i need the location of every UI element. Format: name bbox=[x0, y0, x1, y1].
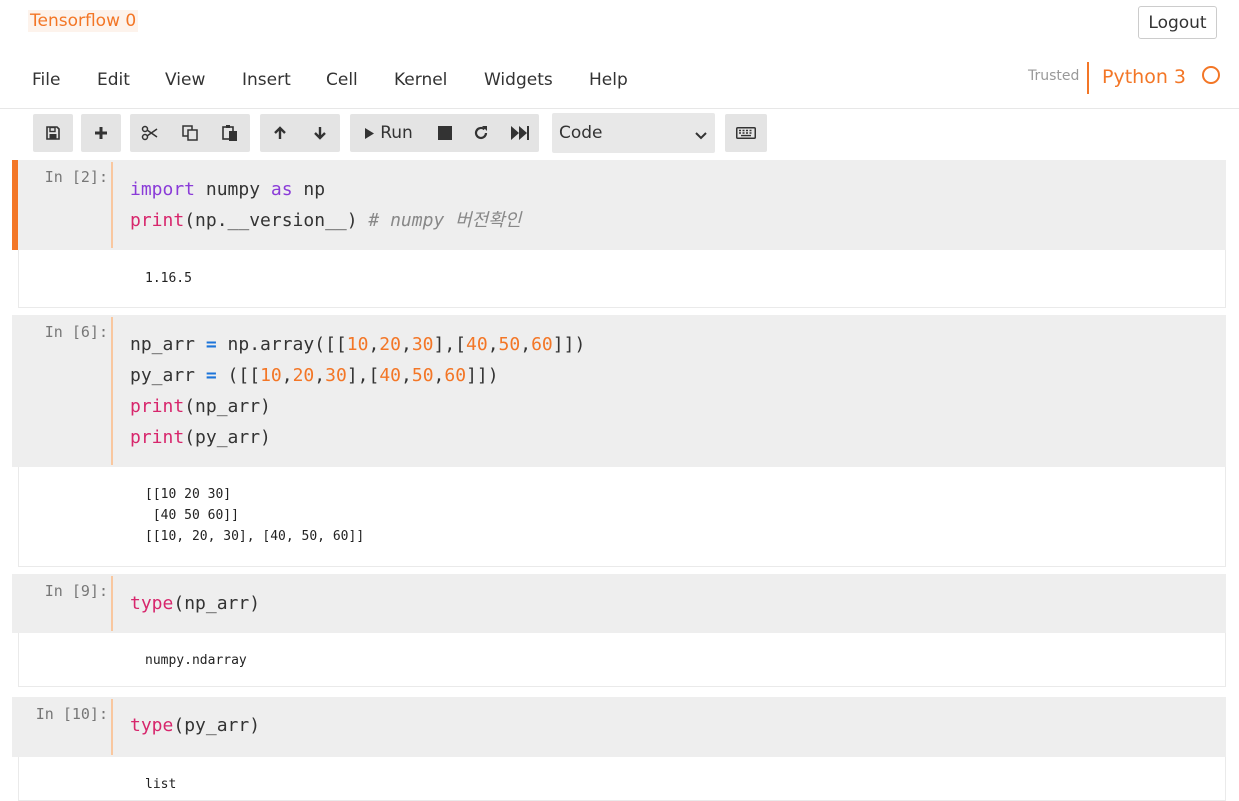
cell-type-value: Code bbox=[559, 123, 603, 143]
cell-output: 1.16.5 bbox=[18, 250, 1226, 308]
cell-input[interactable]: In [10]: type(py_arr) bbox=[12, 697, 1226, 757]
cell-output: [[10 20 30] [40 50 60]] [[10, 20, 30], [… bbox=[18, 467, 1226, 567]
code-line: import numpy as np bbox=[130, 179, 326, 200]
move-down-button[interactable] bbox=[300, 114, 340, 152]
cell-input[interactable]: In [6]: np_arr = np.array([[10,20,30],[40… bbox=[12, 315, 1226, 467]
code-line: np_arr = np.array([[10,20,30],[40,50,60]… bbox=[130, 334, 586, 355]
kernel-separator bbox=[1087, 62, 1089, 94]
output-text: [[10 20 30] [40 50 60]] [[10, 20, 30], [… bbox=[145, 487, 365, 544]
cell-output: numpy.ndarray bbox=[18, 633, 1226, 687]
code-line: print(py_arr) bbox=[130, 427, 271, 448]
save-icon bbox=[45, 125, 61, 141]
arrow-down-icon bbox=[312, 125, 328, 141]
kernel-idle-icon bbox=[1202, 66, 1220, 84]
editor-edge bbox=[111, 699, 113, 755]
code-cell[interactable]: In [2]: import numpy as np print(np.__vers… bbox=[12, 160, 1226, 308]
toolbar-move-group bbox=[260, 114, 340, 152]
menu-insert[interactable]: Insert bbox=[242, 70, 291, 90]
fast-forward-icon bbox=[510, 126, 529, 140]
restart-button[interactable] bbox=[462, 114, 500, 152]
cell-output: list bbox=[18, 757, 1226, 801]
input-prompt: In [10]: bbox=[35, 705, 108, 723]
cut-button[interactable] bbox=[130, 114, 170, 152]
code-line: py_arr = ([[10,20,30],[40,50,60]]) bbox=[130, 365, 499, 386]
code-line: type(np_arr) bbox=[130, 593, 261, 614]
code-cell[interactable]: In [9]: type(np_arr) numpy.ndarray bbox=[12, 574, 1226, 687]
menu-edit[interactable]: Edit bbox=[97, 70, 130, 90]
menu-help[interactable]: Help bbox=[589, 70, 628, 90]
input-prompt: In [6]: bbox=[44, 323, 108, 341]
kernel-name[interactable]: Python 3 bbox=[1102, 66, 1186, 88]
interrupt-button[interactable] bbox=[428, 114, 462, 152]
code-editor[interactable]: type(py_arr) bbox=[130, 710, 260, 741]
play-icon bbox=[365, 127, 375, 139]
code-editor[interactable]: type(np_arr) bbox=[130, 588, 260, 619]
menu-file[interactable]: File bbox=[32, 70, 60, 90]
logout-button[interactable]: Logout bbox=[1138, 6, 1217, 39]
editor-edge bbox=[111, 576, 113, 631]
menu-kernel[interactable]: Kernel bbox=[394, 70, 447, 90]
editor-edge bbox=[111, 162, 113, 248]
code-cell[interactable]: In [6]: np_arr = np.array([[10,20,30],[40… bbox=[12, 315, 1226, 567]
move-up-button[interactable] bbox=[260, 114, 300, 152]
code-line: print(np.__version__) # numpy 버전확인 bbox=[130, 210, 522, 231]
output-text: 1.16.5 bbox=[145, 271, 192, 286]
editor-edge bbox=[111, 317, 113, 465]
notebook-title[interactable]: Tensorflow 0 bbox=[28, 10, 139, 32]
cell-input[interactable]: In [2]: import numpy as np print(np.__vers… bbox=[12, 160, 1226, 250]
input-prompt: In [2]: bbox=[44, 168, 108, 186]
output-text: numpy.ndarray bbox=[145, 653, 247, 668]
insert-cell-button[interactable] bbox=[81, 114, 121, 152]
code-line: type(py_arr) bbox=[130, 715, 261, 736]
stop-icon bbox=[438, 126, 452, 140]
plus-icon bbox=[93, 125, 109, 141]
menu-view[interactable]: View bbox=[165, 70, 205, 90]
cut-icon bbox=[141, 125, 159, 141]
trusted-indicator[interactable]: Trusted bbox=[1028, 68, 1079, 84]
header-divider bbox=[0, 108, 1239, 109]
code-editor[interactable]: np_arr = np.array([[10,20,30],[40,50,60]… bbox=[130, 329, 585, 453]
save-button[interactable] bbox=[33, 114, 73, 152]
arrow-up-icon bbox=[272, 125, 288, 141]
input-prompt: In [9]: bbox=[44, 582, 108, 600]
menu-widgets[interactable]: Widgets bbox=[484, 70, 553, 90]
copy-icon bbox=[181, 124, 199, 142]
toolbar-insert-group bbox=[81, 114, 121, 152]
paste-button[interactable] bbox=[210, 114, 250, 152]
command-palette-button[interactable] bbox=[725, 114, 767, 152]
restart-run-all-button[interactable] bbox=[500, 114, 539, 152]
code-cell[interactable]: In [10]: type(py_arr)list bbox=[12, 697, 1226, 801]
code-line: print(np_arr) bbox=[130, 396, 271, 417]
run-button[interactable]: Run bbox=[350, 114, 428, 152]
chevron-down-icon bbox=[695, 125, 707, 145]
toolbar-edit-group bbox=[130, 114, 250, 152]
restart-icon bbox=[473, 125, 489, 141]
run-label: Run bbox=[380, 123, 413, 143]
cell-type-select[interactable]: Code bbox=[552, 113, 715, 153]
copy-button[interactable] bbox=[170, 114, 210, 152]
selected-cell-indicator bbox=[12, 160, 18, 250]
cell-input[interactable]: In [9]: type(np_arr) bbox=[12, 574, 1226, 633]
code-editor[interactable]: import numpy as np print(np.__version__) … bbox=[130, 174, 521, 236]
toolbar-run-group: Run bbox=[350, 114, 539, 152]
paste-icon bbox=[221, 124, 239, 142]
menu-cell[interactable]: Cell bbox=[326, 70, 358, 90]
keyboard-icon bbox=[736, 124, 756, 143]
output-text: list bbox=[145, 777, 177, 792]
toolbar-save-group bbox=[33, 114, 73, 152]
